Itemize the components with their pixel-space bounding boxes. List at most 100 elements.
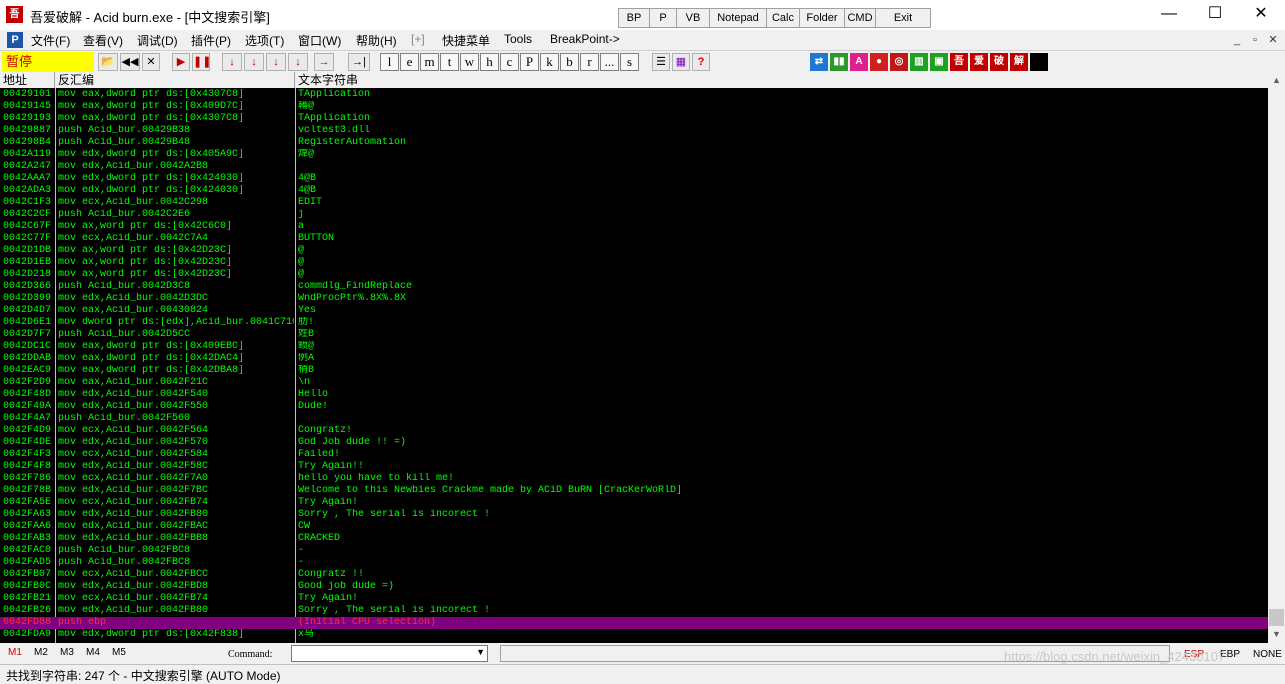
- calc-button[interactable]: Calc: [766, 8, 800, 28]
- memory-map-button[interactable]: m: [420, 53, 439, 71]
- exit-button[interactable]: Exit: [875, 8, 931, 28]
- m5-button[interactable]: M5: [112, 647, 126, 658]
- menu-plus[interactable]: [+]: [411, 32, 425, 46]
- animate-into-icon[interactable]: ↓: [266, 53, 286, 71]
- windows-button[interactable]: w: [460, 53, 479, 71]
- cpu-button[interactable]: c: [500, 53, 519, 71]
- mdi-minimize-button[interactable]: _: [1228, 32, 1246, 48]
- folder-button[interactable]: Folder: [799, 8, 845, 28]
- vertical-scrollbar[interactable]: ▲ ▼: [1268, 72, 1285, 643]
- table-row[interactable]: 0042D4D7 mov eax,Acid_bur.00430824 Yes: [0, 305, 1268, 317]
- table-row[interactable]: 0042D7F7 push Acid_bur.0042D5CC 姓B: [0, 329, 1268, 341]
- references-button[interactable]: r: [580, 53, 599, 71]
- table-row[interactable]: 0042C67F mov ax,word ptr ds:[0x42C6C0] a: [0, 221, 1268, 233]
- swap-icon[interactable]: ⇄: [810, 53, 828, 71]
- table-row[interactable]: 0042F48D mov edx,Acid_bur.0042F540 Hello: [0, 389, 1268, 401]
- table-row[interactable]: 00429145 mov eax,dword ptr ds:[0x409D7C] 鞴…: [0, 101, 1268, 113]
- executable-modules-button[interactable]: e: [400, 53, 419, 71]
- table-row[interactable]: 0042D366 push Acid_bur.0042D3C8 commdlg_Fi…: [0, 281, 1268, 293]
- table-row[interactable]: 0042FAC0 push Acid_bur.0042FBC8 -: [0, 545, 1268, 557]
- table-row[interactable]: 0042ADA3 mov edx,dword ptr ds:[0x424030] 4…: [0, 185, 1268, 197]
- table-row[interactable]: 0042C77F mov ecx,Acid_bur.0042C7A4 BUTTON: [0, 233, 1268, 245]
- table-row[interactable]: 0042FA5E mov ecx,Acid_bur.0042FB74 Try Aga…: [0, 497, 1268, 509]
- grid-view-icon[interactable]: ▦: [672, 53, 690, 71]
- table-row[interactable]: 0042A119 mov edx,dword ptr ds:[0x405A9C] 煒…: [0, 149, 1268, 161]
- jie-logo-icon[interactable]: 解: [1010, 53, 1028, 71]
- target-icon[interactable]: ◎: [890, 53, 908, 71]
- menu-tools[interactable]: Tools: [504, 32, 532, 46]
- command-combobox[interactable]: ▼: [291, 645, 488, 662]
- mdi-close-button[interactable]: ✕: [1264, 32, 1282, 48]
- table-row[interactable]: 0042AAA7 mov edx,dword ptr ds:[0x424030] 4…: [0, 173, 1268, 185]
- menu-view[interactable]: 查看(V): [83, 32, 123, 49]
- pause-icon[interactable]: ❚❚: [192, 53, 211, 71]
- menu-options[interactable]: 选项(T): [245, 32, 284, 49]
- table-row[interactable]: 0042F4A7 push Acid_bur.0042F560: [0, 413, 1268, 425]
- table-row[interactable]: 0042F2D9 mov eax,Acid_bur.0042F21C \n: [0, 377, 1268, 389]
- menu-shortcuts[interactable]: 快捷菜单: [442, 32, 490, 49]
- m2-button[interactable]: M2: [34, 647, 48, 658]
- none-register-button[interactable]: NONE: [1253, 649, 1282, 660]
- header-disassembly[interactable]: 反汇编: [55, 72, 295, 88]
- goto-icon[interactable]: →|: [348, 53, 370, 71]
- table-row[interactable]: 004298B4 push Acid_bur.00429B48 RegisterAu…: [0, 137, 1268, 149]
- menu-plugins[interactable]: 插件(P): [191, 32, 231, 49]
- vb-button[interactable]: VB: [676, 8, 710, 28]
- menu-breakpoint[interactable]: BreakPoint->: [550, 32, 620, 46]
- table-row[interactable]: 0042F4DE mov edx,Acid_bur.0042F570 God Job…: [0, 437, 1268, 449]
- record-icon[interactable]: ●: [870, 53, 888, 71]
- pause-bars-icon[interactable]: ▮▮: [830, 53, 848, 71]
- columns-icon[interactable]: ▥: [910, 53, 928, 71]
- table-row[interactable]: 0042D399 mov edx,Acid_bur.0042D3DC WndProc…: [0, 293, 1268, 305]
- table-row[interactable]: 0042FD88 push ebp (Initial CPU selection): [0, 617, 1268, 629]
- font-icon[interactable]: A: [850, 53, 868, 71]
- m4-button[interactable]: M4: [86, 647, 100, 658]
- execute-till-return-icon[interactable]: →: [314, 53, 334, 71]
- mdi-restore-button[interactable]: ▫: [1246, 32, 1264, 48]
- threads-button[interactable]: t: [440, 53, 459, 71]
- scroll-thumb[interactable]: [1269, 609, 1284, 626]
- m1-button[interactable]: M1: [8, 647, 22, 658]
- menu-file[interactable]: 文件(F): [31, 32, 70, 49]
- table-row[interactable]: 0042DDAB mov eax,dword ptr ds:[0x42DAC4] 例…: [0, 353, 1268, 365]
- help-icon[interactable]: ?: [692, 53, 710, 71]
- table-row[interactable]: 0042D1EB mov ax,word ptr ds:[0x42D23C] @: [0, 257, 1268, 269]
- maximize-button[interactable]: ☐: [1192, 0, 1238, 30]
- ai-logo-icon[interactable]: 爱: [970, 53, 988, 71]
- blank-icon[interactable]: [1030, 53, 1048, 71]
- header-address[interactable]: 地址: [0, 72, 55, 88]
- menu-help[interactable]: 帮助(H): [356, 32, 397, 49]
- scroll-up-icon[interactable]: ▲: [1268, 72, 1285, 89]
- table-row[interactable]: 0042FB07 mov ecx,Acid_bur.0042FBCC Congrat…: [0, 569, 1268, 581]
- table-row[interactable]: 0042C1F3 mov ecx,Acid_bur.0042C298 EDIT: [0, 197, 1268, 209]
- table-row[interactable]: 0042F49A mov edx,Acid_bur.0042F550 Dude!: [0, 401, 1268, 413]
- log-window-button[interactable]: l: [380, 53, 399, 71]
- breakpoints-button[interactable]: b: [560, 53, 579, 71]
- menu-window[interactable]: 窗口(W): [298, 32, 341, 49]
- handles-button[interactable]: h: [480, 53, 499, 71]
- minimize-button[interactable]: —: [1146, 0, 1192, 30]
- table-row[interactable]: 0042D218 mov ax,word ptr ds:[0x42D23C] @: [0, 269, 1268, 281]
- cmd-button[interactable]: CMD: [844, 8, 876, 28]
- close-program-icon[interactable]: ✕: [142, 53, 160, 71]
- wu-logo-icon[interactable]: 吾: [950, 53, 968, 71]
- table-row[interactable]: 0042F786 mov ecx,Acid_bur.0042F7A0 hello y…: [0, 473, 1268, 485]
- grid-icon[interactable]: ▣: [930, 53, 948, 71]
- table-row[interactable]: 0042DC1C mov eax,dword ptr ds:[0x409EBC] 鲼…: [0, 341, 1268, 353]
- menu-debug[interactable]: 调试(D): [137, 32, 178, 49]
- chevron-down-icon[interactable]: ▼: [476, 647, 485, 657]
- animate-over-icon[interactable]: ↓: [288, 53, 308, 71]
- source-button[interactable]: s: [620, 53, 639, 71]
- restart-icon[interactable]: ◀◀: [120, 53, 140, 71]
- table-row[interactable]: 0042A247 mov edx,Acid_bur.0042A2B8: [0, 161, 1268, 173]
- open-icon[interactable]: 📂: [98, 53, 118, 71]
- run-icon[interactable]: ▶: [172, 53, 190, 71]
- po-logo-icon[interactable]: 破: [990, 53, 1008, 71]
- table-row[interactable]: 0042F4F8 mov edx,Acid_bur.0042F58C Try Aga…: [0, 461, 1268, 473]
- call-stack-button[interactable]: k: [540, 53, 559, 71]
- close-button[interactable]: ✕: [1238, 0, 1284, 30]
- list-view-icon[interactable]: ☰: [652, 53, 670, 71]
- step-into-icon[interactable]: ↓: [222, 53, 242, 71]
- table-row[interactable]: 0042F4F3 mov ecx,Acid_bur.0042F584 Failed!: [0, 449, 1268, 461]
- table-row[interactable]: 00429101 mov eax,dword ptr ds:[0x4307C8] T…: [0, 89, 1268, 101]
